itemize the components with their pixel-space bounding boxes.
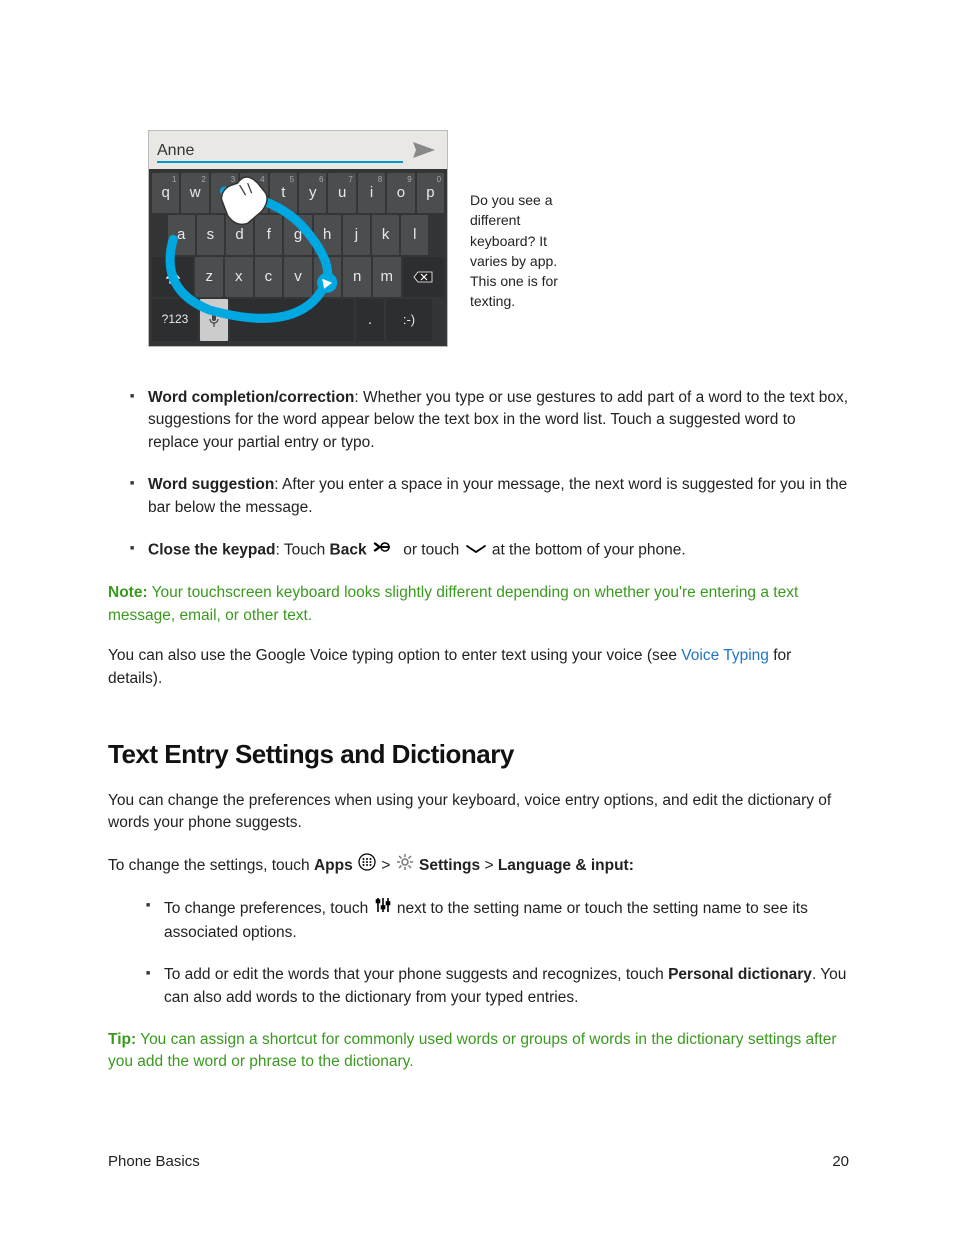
key-k[interactable]: k bbox=[372, 215, 399, 255]
key-g[interactable]: g bbox=[284, 215, 311, 255]
key-v[interactable]: v bbox=[284, 257, 312, 297]
key-t[interactable]: t5 bbox=[270, 173, 297, 213]
settings-bullet-list: To change preferences, touch next to the… bbox=[146, 896, 849, 1009]
key-j[interactable]: j bbox=[343, 215, 370, 255]
section-heading: Text Entry Settings and Dictionary bbox=[108, 736, 849, 774]
keyboard-mockup: q1w2e3r4t5y6u7i8o9p0 asdfghjkl zxcvbnm ?… bbox=[148, 130, 448, 347]
feature-bullet-list: Word completion/correction: Whether you … bbox=[130, 387, 849, 562]
key-r[interactable]: r4 bbox=[240, 173, 267, 213]
key-f[interactable]: f bbox=[255, 215, 282, 255]
key-s[interactable]: s bbox=[197, 215, 224, 255]
voice-typing-paragraph: You can also use the Google Voice typing… bbox=[108, 645, 849, 690]
key-a[interactable]: a bbox=[168, 215, 195, 255]
page-content: q1w2e3r4t5y6u7i8o9p0 asdfghjkl zxcvbnm ?… bbox=[0, 0, 954, 1074]
compose-input[interactable] bbox=[157, 142, 403, 163]
keyboard-figure: q1w2e3r4t5y6u7i8o9p0 asdfghjkl zxcvbnm ?… bbox=[148, 130, 849, 347]
shift-key[interactable] bbox=[152, 257, 193, 297]
bullet-word-suggestion: Word suggestion: After you enter a space… bbox=[130, 474, 849, 519]
key-c[interactable]: c bbox=[255, 257, 283, 297]
note-text: Note: Your touchscreen keyboard looks sl… bbox=[108, 582, 849, 627]
key-y[interactable]: y6 bbox=[299, 173, 326, 213]
key-i[interactable]: i8 bbox=[358, 173, 385, 213]
send-icon[interactable] bbox=[413, 138, 435, 167]
key-z[interactable]: z bbox=[195, 257, 223, 297]
tip-text: Tip: You can assign a shortcut for commo… bbox=[108, 1029, 849, 1074]
apps-icon bbox=[358, 853, 376, 878]
page-footer: Phone Basics 20 bbox=[108, 1151, 849, 1173]
keyboard-input-row bbox=[149, 131, 447, 169]
key-e[interactable]: e3 bbox=[211, 173, 238, 213]
footer-pagenum: 20 bbox=[832, 1151, 849, 1173]
smiley-key[interactable]: :-) bbox=[386, 299, 432, 341]
settings-gear-icon bbox=[396, 853, 414, 878]
keyboard-keys: q1w2e3r4t5y6u7i8o9p0 asdfghjkl zxcvbnm ?… bbox=[149, 169, 447, 346]
key-d[interactable]: d bbox=[226, 215, 253, 255]
period-key[interactable]: . bbox=[356, 299, 384, 341]
key-p[interactable]: p0 bbox=[417, 173, 444, 213]
key-l[interactable]: l bbox=[401, 215, 428, 255]
keyboard-caption: Do you see a different keyboard? It vari… bbox=[470, 130, 580, 347]
space-key[interactable] bbox=[230, 299, 354, 341]
key-m[interactable]: m bbox=[373, 257, 401, 297]
key-h[interactable]: h bbox=[314, 215, 341, 255]
bullet-close-keypad: Close the keypad: Touch Back or touch at… bbox=[130, 539, 849, 562]
mic-key[interactable] bbox=[200, 299, 228, 341]
footer-section: Phone Basics bbox=[108, 1151, 200, 1173]
chevron-down-icon bbox=[465, 539, 487, 561]
back-arrow-icon bbox=[372, 539, 398, 561]
key-q[interactable]: q1 bbox=[152, 173, 179, 213]
key-x[interactable]: x bbox=[225, 257, 253, 297]
bullet-change-prefs: To change preferences, touch next to the… bbox=[146, 896, 849, 944]
bullet-word-completion: Word completion/correction: Whether you … bbox=[130, 387, 849, 454]
key-b[interactable]: b bbox=[314, 257, 342, 297]
sliders-icon bbox=[374, 896, 392, 921]
symbols-key[interactable]: ?123 bbox=[152, 299, 198, 341]
key-o[interactable]: o9 bbox=[387, 173, 414, 213]
settings-path: To change the settings, touch Apps > Set… bbox=[108, 853, 849, 878]
voice-typing-link[interactable]: Voice Typing bbox=[681, 647, 769, 664]
backspace-key[interactable] bbox=[403, 257, 444, 297]
key-n[interactable]: n bbox=[343, 257, 371, 297]
key-w[interactable]: w2 bbox=[181, 173, 208, 213]
key-u[interactable]: u7 bbox=[328, 173, 355, 213]
bullet-personal-dictionary: To add or edit the words that your phone… bbox=[146, 964, 849, 1009]
section-intro: You can change the preferences when usin… bbox=[108, 790, 849, 835]
